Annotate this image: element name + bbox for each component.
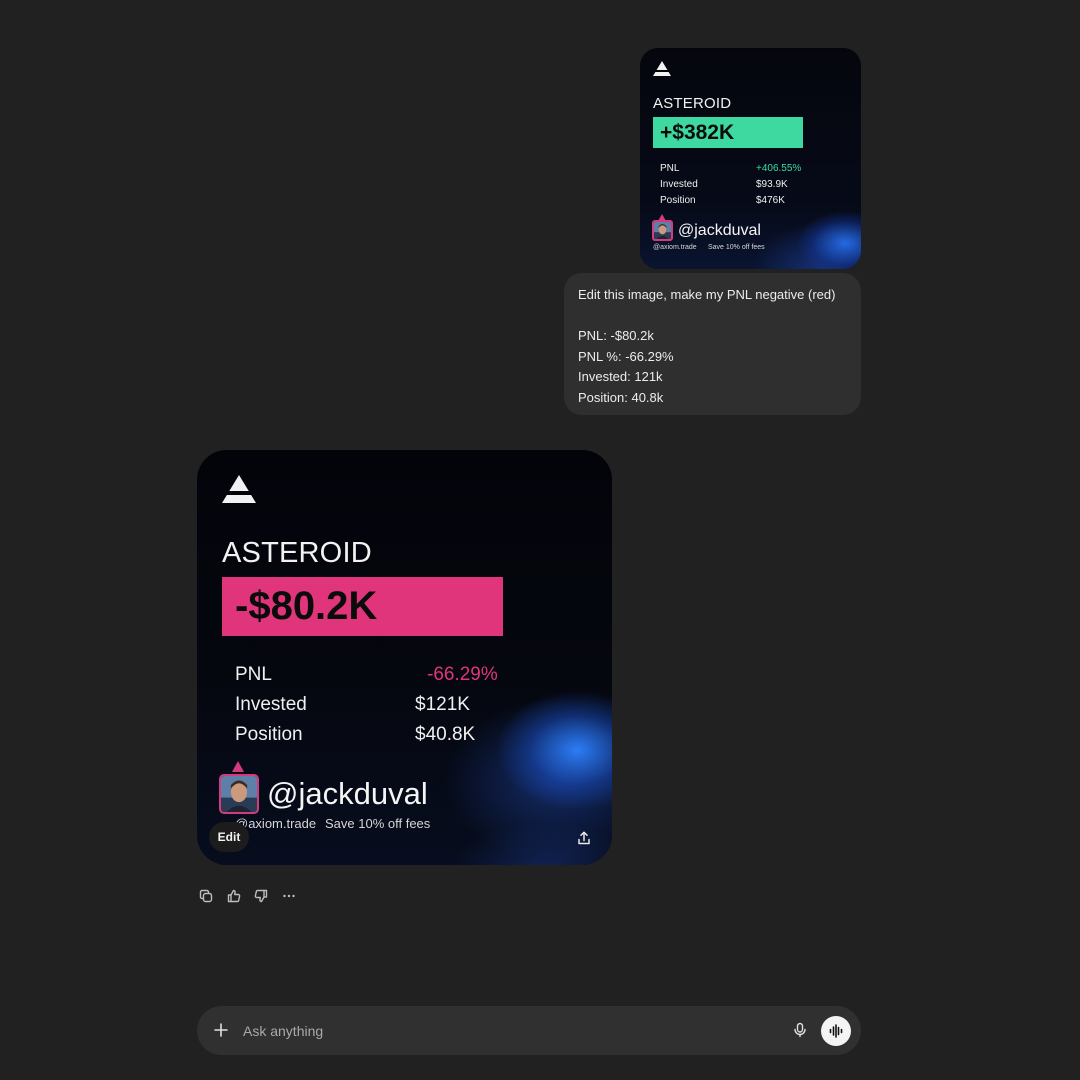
rank-triangle-icon	[232, 761, 244, 772]
token-name: ASTEROID	[653, 95, 732, 112]
footer-site: @axiom.trade	[653, 244, 697, 251]
edit-image-button[interactable]: Edit	[209, 822, 249, 852]
pnl-amount: -$80.2K	[235, 584, 378, 628]
stat-label: PNL	[660, 163, 680, 174]
more-icon[interactable]	[279, 886, 299, 906]
plus-icon[interactable]	[211, 1020, 231, 1040]
stat-value: $93.9K	[756, 179, 788, 190]
chat-canvas: ASTEROID +$382K PNL +406.55% Invested $9…	[0, 0, 1080, 1080]
stat-value: $40.8K	[415, 724, 476, 745]
avatar	[219, 774, 259, 814]
stat-value: -66.29%	[427, 664, 498, 685]
stat-label: Position	[660, 195, 696, 206]
prompt-input[interactable]	[241, 1018, 765, 1044]
stat-value: $121K	[415, 694, 470, 715]
message-line: PNL: -$80.2k	[578, 328, 654, 344]
thumbs-down-icon[interactable]	[251, 886, 271, 906]
message-line: PNL %: -66.29%	[578, 348, 674, 364]
voice-mode-icon[interactable]	[821, 1016, 851, 1046]
footer-promo: Save 10% off fees	[708, 244, 765, 251]
message-line-blank	[578, 306, 847, 327]
stat-label: PNL	[235, 664, 272, 685]
axiom-logo-icon	[653, 61, 671, 76]
token-name: ASTEROID	[222, 537, 372, 569]
thumbs-up-icon[interactable]	[224, 886, 244, 906]
stat-value: +406.55%	[756, 163, 802, 174]
uploaded-image-card[interactable]: ASTEROID +$382K PNL +406.55% Invested $9…	[640, 48, 861, 269]
stat-label: Invested	[235, 694, 307, 715]
message-composer	[197, 1006, 861, 1055]
message-line: Edit this image, make my PNL negative (r…	[578, 287, 836, 302]
generated-image-card[interactable]: ASTEROID -$80.2K PNL -66.29% Invested $1…	[197, 450, 612, 865]
share-icon[interactable]	[572, 826, 596, 850]
user-handle: @jackduval	[678, 222, 761, 239]
user-handle: @jackduval	[267, 776, 428, 811]
message-line: Invested: 121k	[578, 369, 663, 385]
copy-icon[interactable]	[196, 886, 216, 906]
stat-label: Invested	[660, 179, 698, 190]
pnl-amount: +$382K	[660, 121, 735, 144]
footer-site: @axiom.trade	[235, 816, 317, 831]
axiom-logo-icon	[222, 475, 256, 503]
message-line: Position: 40.8k	[578, 389, 664, 405]
stat-value: $476K	[756, 195, 785, 206]
avatar	[652, 220, 673, 241]
user-message-bubble: Edit this image, make my PNL negative (r…	[564, 273, 861, 415]
footer-promo: Save 10% off fees	[325, 816, 431, 831]
mic-icon[interactable]	[790, 1020, 810, 1040]
stat-label: Position	[235, 724, 303, 745]
